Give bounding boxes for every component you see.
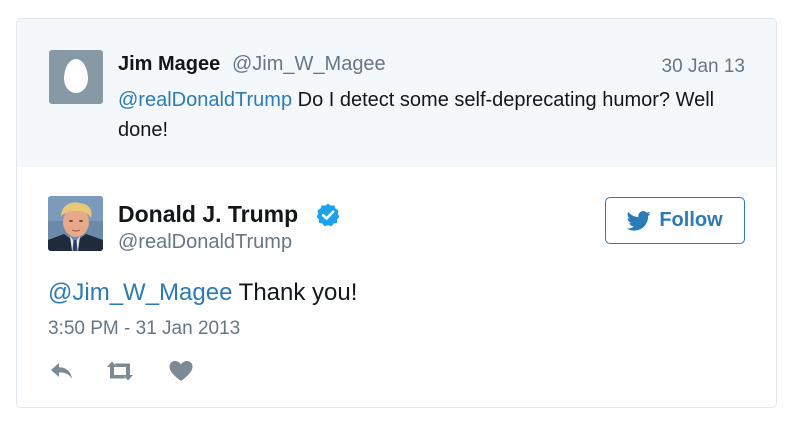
parent-tweet-text: @realDonaldTrump Do I detect some self-d… — [118, 85, 738, 145]
author-handle[interactable]: @realDonaldTrump — [118, 231, 292, 254]
parent-author-handle[interactable]: @Jim_W_Magee — [232, 53, 386, 76]
egg-icon — [64, 59, 88, 93]
heart-icon — [169, 361, 193, 381]
reply-icon — [51, 363, 72, 379]
parent-mention-link[interactable]: @realDonaldTrump — [118, 89, 292, 111]
reply-button[interactable] — [48, 359, 76, 383]
follow-button[interactable]: Follow — [605, 197, 745, 244]
author-avatar[interactable] — [48, 196, 103, 251]
tweet-text: @Jim_W_Magee Thank you! — [48, 279, 357, 307]
default-avatar[interactable] — [49, 50, 103, 104]
tweet-card: Jim Magee @Jim_W_Magee 30 Jan 13 @realDo… — [16, 18, 777, 408]
retweet-button[interactable] — [104, 359, 136, 383]
tweet-timestamp[interactable]: 3:50 PM - 31 Jan 2013 — [48, 318, 240, 340]
mention-link[interactable]: @Jim_W_Magee — [48, 279, 232, 306]
tweet-body: Thank you! — [232, 279, 358, 306]
author-name[interactable]: Donald J. Trump — [118, 201, 298, 228]
like-button[interactable] — [168, 359, 194, 383]
parent-author-name[interactable]: Jim Magee — [118, 53, 220, 76]
parent-tweet[interactable]: Jim Magee @Jim_W_Magee 30 Jan 13 @realDo… — [17, 19, 776, 167]
retweet-icon — [107, 361, 133, 381]
follow-button-label: Follow — [659, 209, 723, 231]
author-photo — [48, 196, 103, 251]
twitter-bird-icon — [627, 210, 651, 231]
verified-badge-icon — [316, 203, 340, 227]
parent-tweet-date[interactable]: 30 Jan 13 — [662, 56, 745, 78]
